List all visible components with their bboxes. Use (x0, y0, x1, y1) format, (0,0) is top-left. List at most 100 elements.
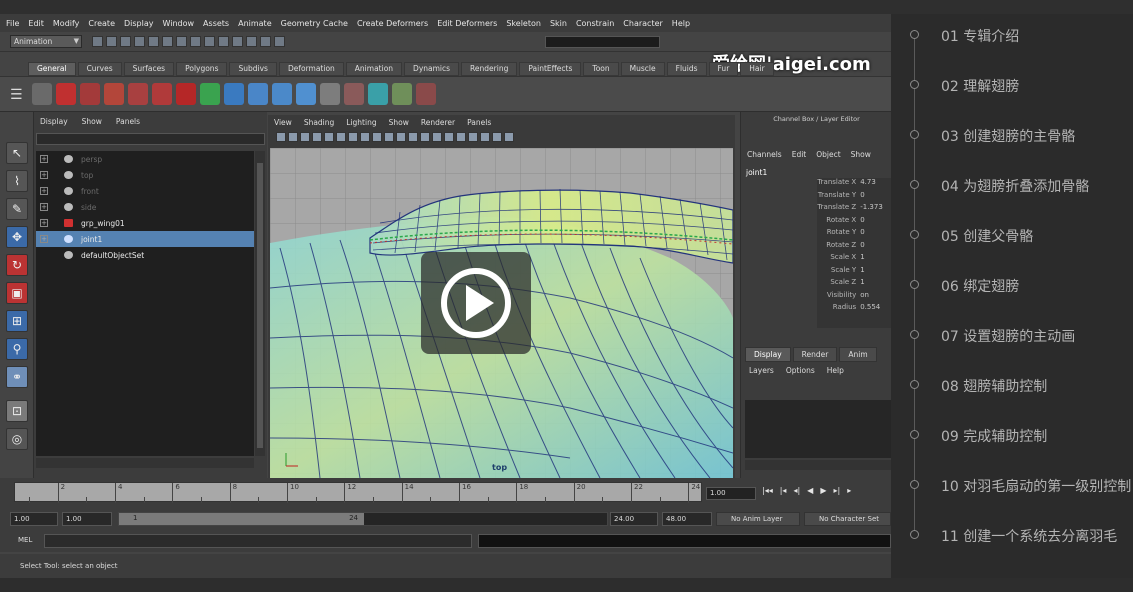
range-track[interactable]: 1 24 (118, 512, 608, 526)
outliner-item-top[interactable]: + top (36, 167, 254, 183)
range-thumb[interactable]: 1 24 (119, 513, 364, 525)
menu-geometry-cache[interactable]: Geometry Cache (281, 19, 348, 28)
gate-mask-icon[interactable] (360, 132, 370, 142)
shelf-tab-dynamics[interactable]: Dynamics (404, 62, 460, 76)
textured-icon[interactable] (444, 132, 454, 142)
resolution-gate-icon[interactable] (348, 132, 358, 142)
play-forward-icon[interactable]: ▶ (820, 486, 826, 495)
menu-skeleton[interactable]: Skeleton (506, 19, 541, 28)
shelf-tab-rendering[interactable]: Rendering (461, 62, 518, 76)
menu-edit[interactable]: Edit (28, 19, 44, 28)
shelf-icon[interactable] (152, 83, 172, 105)
go-to-end-icon[interactable]: ▸ (847, 486, 851, 495)
save-scene-icon[interactable] (120, 36, 131, 47)
attr-visibility[interactable]: Visibility on (745, 291, 890, 304)
lights-icon[interactable] (456, 132, 466, 142)
menu-animate[interactable]: Animate (238, 19, 272, 28)
shelf-icon[interactable] (80, 83, 100, 105)
attr-value[interactable]: -1.373 (860, 203, 890, 216)
shelf-icon[interactable] (248, 83, 268, 105)
shelf-tab-curves[interactable]: Curves (77, 62, 122, 76)
shelf-tab-muscle[interactable]: Muscle (620, 62, 665, 76)
outliner-vertical-scrollbar[interactable] (255, 151, 265, 456)
playlist-item-09[interactable]: 09 完成辅助控制 (891, 419, 1133, 449)
shelf-tab-general[interactable]: General (28, 62, 76, 76)
shelf-tab-fur[interactable]: Fur (708, 62, 739, 76)
expand-icon[interactable]: + (40, 155, 48, 163)
menu-edit-deformers[interactable]: Edit Deformers (437, 19, 497, 28)
attr-value[interactable]: 0 (860, 228, 890, 241)
outliner-filter-field[interactable] (36, 133, 265, 145)
menu-character[interactable]: Character (623, 19, 663, 28)
new-scene-icon[interactable] (92, 36, 103, 47)
attr-scale-z[interactable]: Scale Z1 (745, 278, 890, 291)
time-slider-track[interactable]: 2 4 6 8 10 12 14 16 18 20 22 24 (14, 482, 702, 503)
character-set-dropdown[interactable]: No Character Set (804, 512, 891, 526)
image-plane-icon[interactable] (312, 132, 322, 142)
step-back-frame-icon[interactable]: ◂| (793, 486, 800, 495)
shelf-icon[interactable] (200, 83, 220, 105)
playlist-item-10[interactable]: 10 对羽毛扇动的第一级别控制 (891, 469, 1133, 499)
outliner-item-front[interactable]: + front (36, 183, 254, 199)
shelf-tab-toon[interactable]: Toon (583, 62, 619, 76)
layer-menu-options[interactable]: Options (786, 366, 815, 375)
snap-curve-icon[interactable] (190, 36, 201, 47)
field-chart-icon[interactable] (372, 132, 382, 142)
outliner-menu-panels[interactable]: Panels (116, 117, 140, 126)
attr-value[interactable]: 0 (860, 191, 890, 204)
cb-menu-show[interactable]: Show (851, 150, 871, 159)
lasso-tool-icon[interactable]: ⌇ (6, 170, 28, 192)
layer-tab-anim[interactable]: Anim (839, 347, 877, 362)
menu-skin[interactable]: Skin (550, 19, 567, 28)
menu-constrain[interactable]: Constrain (576, 19, 614, 28)
animation-start-field[interactable]: 1.00 (10, 512, 58, 526)
menu-create-deformers[interactable]: Create Deformers (357, 19, 428, 28)
attr-translate-x[interactable]: Translate X 4.73 (745, 178, 890, 191)
scale-tool-icon[interactable]: ▣ (6, 282, 28, 304)
layer-menu-help[interactable]: Help (827, 366, 844, 375)
shelf-menu-icon[interactable]: ☰ (10, 87, 26, 103)
menu-modify[interactable]: Modify (53, 19, 80, 28)
input-line-field[interactable] (545, 36, 660, 48)
step-forward-key-icon[interactable]: ▸| (833, 486, 840, 495)
layout-icon[interactable]: ⊡ (6, 400, 28, 422)
viewport-menu-view[interactable]: View (274, 118, 292, 127)
expand-icon[interactable]: + (40, 203, 48, 211)
playlist-item-03[interactable]: 03 创建翅膀的主骨骼 (891, 119, 1133, 149)
shelf-icon[interactable] (104, 83, 124, 105)
shelf-tab-polygons[interactable]: Polygons (176, 62, 228, 76)
shelf-icon[interactable] (176, 83, 196, 105)
attr-value[interactable]: 0 (860, 216, 890, 229)
go-to-start-icon[interactable]: |◂◂ (762, 486, 773, 495)
smooth-shade-icon[interactable] (420, 132, 430, 142)
cb-menu-object[interactable]: Object (816, 150, 840, 159)
attr-value[interactable]: 0.554 (860, 303, 890, 316)
shelf-tab-surfaces[interactable]: Surfaces (123, 62, 175, 76)
shelf-tab-painteffects[interactable]: PaintEffects (519, 62, 582, 76)
playlist-item-04[interactable]: 04 为翅膀折叠添加骨骼 (891, 169, 1133, 199)
attr-translate-z[interactable]: Translate Z -1.373 (745, 203, 890, 216)
expand-icon[interactable]: + (40, 235, 48, 243)
xray-icon[interactable] (480, 132, 490, 142)
film-gate-icon[interactable] (336, 132, 346, 142)
shelf-icon[interactable] (296, 83, 316, 105)
play-button[interactable] (421, 252, 531, 354)
shelf-icon[interactable] (368, 83, 388, 105)
shelf-icon[interactable] (272, 83, 292, 105)
playback-start-field[interactable]: 1.00 (62, 512, 112, 526)
render-settings-icon[interactable] (274, 36, 285, 47)
bookmark-icon[interactable] (300, 132, 310, 142)
attr-rotate-z[interactable]: Rotate Z0 (745, 241, 890, 254)
grid-icon[interactable] (324, 132, 334, 142)
attr-radius[interactable]: Radius 0.554 (745, 303, 890, 316)
playlist-item-06[interactable]: 06 绑定翅膀 (891, 269, 1133, 299)
viewport-menu-lighting[interactable]: Lighting (346, 118, 376, 127)
outliner-item-side[interactable]: + side (36, 199, 254, 215)
render-icon[interactable] (246, 36, 257, 47)
safe-title-icon[interactable] (396, 132, 406, 142)
playlist-item-11[interactable]: 11 创建一个系统去分离羽毛 (891, 519, 1133, 549)
expand-icon[interactable]: + (40, 219, 48, 227)
isolate-icon[interactable] (492, 132, 502, 142)
playlist-item-01[interactable]: 01 专辑介绍 (891, 19, 1133, 49)
menu-display[interactable]: Display (124, 19, 154, 28)
